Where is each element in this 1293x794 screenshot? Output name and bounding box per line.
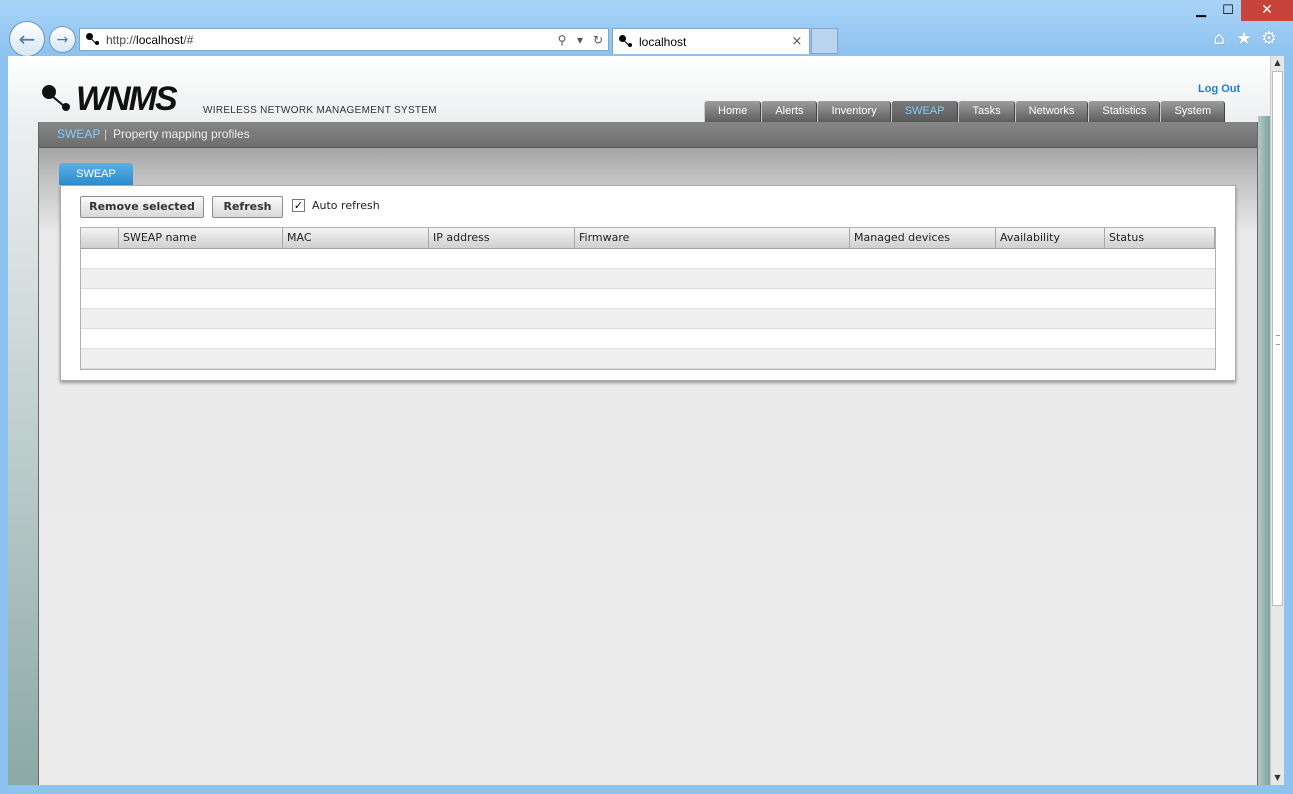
close-window-button[interactable]: ✕: [1241, 0, 1293, 21]
table-row[interactable]: [81, 309, 1215, 329]
minimize-button[interactable]: ▁: [1187, 0, 1215, 21]
url-suffix: /#: [183, 32, 194, 47]
favorites-star-icon[interactable]: ★: [1233, 28, 1255, 50]
subnav-sweap-link[interactable]: SWEAP: [57, 122, 100, 146]
table-header: SWEAP name MAC IP address Firmware Managed d…: [81, 228, 1215, 249]
home-icon[interactable]: ⌂: [1208, 28, 1230, 50]
sweap-table: SWEAP name MAC IP address Firmware Managed d…: [80, 227, 1216, 370]
subnav-separator: |: [104, 127, 108, 141]
column-header-availability[interactable]: Availability: [996, 228, 1105, 248]
site-favicon-icon: [86, 32, 100, 47]
tab-favicon-icon: [619, 34, 633, 49]
browser-tab[interactable]: localhost ×: [612, 28, 810, 54]
dropdown-arrow-icon[interactable]: ▾: [572, 33, 588, 47]
checkmark-icon: ✓: [293, 199, 304, 212]
column-header-select[interactable]: [81, 228, 119, 248]
nav-tab-home[interactable]: Home: [704, 101, 762, 122]
table-body: [81, 249, 1215, 369]
system-title: WIRELESS NETWORK MANAGEMENT SYSTEM: [203, 105, 437, 116]
sweap-panel: Remove selected Refresh ✓ Auto refresh S…: [60, 185, 1236, 381]
page-scrollbar[interactable]: ▲ ▼: [1270, 56, 1284, 785]
main-nav: Home Alerts Inventory SWEAP Tasks Networks Sta…: [704, 101, 1226, 122]
close-tab-icon[interactable]: ×: [789, 34, 805, 49]
refresh-icon[interactable]: ↻: [590, 33, 606, 47]
sub-navigation: SWEAP | Property mapping profiles: [39, 122, 1257, 148]
logo-node-icon: [42, 85, 70, 111]
nav-tab-inventory[interactable]: Inventory: [817, 101, 891, 122]
tab-title: localhost: [639, 34, 687, 49]
auto-refresh-checkbox[interactable]: ✓: [292, 199, 305, 212]
page-viewport: WNMS WIRELESS NETWORK MANAGEMENT SYSTEM …: [8, 56, 1270, 785]
gear-icon[interactable]: ⚙: [1258, 28, 1280, 50]
subnav-property-mapping-link[interactable]: Property mapping profiles: [113, 122, 250, 146]
table-row[interactable]: [81, 249, 1215, 269]
column-header-ip-address[interactable]: IP address: [429, 228, 575, 248]
search-icon[interactable]: ⚲: [554, 33, 570, 47]
nav-tab-sweap[interactable]: SWEAP: [890, 101, 959, 122]
logout-link[interactable]: Log Out: [1198, 83, 1240, 95]
nav-tab-tasks[interactable]: Tasks: [958, 101, 1015, 122]
address-bar[interactable]: http://localhost/# ⚲ ▾ ↻: [79, 28, 609, 51]
nav-tab-networks[interactable]: Networks: [1014, 101, 1089, 122]
auto-refresh-label: Auto refresh: [312, 199, 380, 212]
new-tab-button[interactable]: [811, 28, 838, 54]
url-host: localhost: [136, 32, 184, 47]
column-header-firmware[interactable]: Firmware: [575, 228, 850, 248]
table-row[interactable]: [81, 289, 1215, 309]
nav-tab-alerts[interactable]: Alerts: [761, 101, 818, 122]
scroll-down-arrow-icon[interactable]: ▼: [1271, 771, 1284, 785]
column-header-managed-devices[interactable]: Managed devices: [850, 228, 996, 248]
refresh-button[interactable]: Refresh: [212, 196, 283, 218]
panel-tab-sweap[interactable]: SWEAP: [59, 163, 133, 185]
column-header-sweap-name[interactable]: SWEAP name: [119, 228, 283, 248]
url-text[interactable]: http://localhost/#: [106, 33, 554, 47]
column-header-mac[interactable]: MAC: [283, 228, 429, 248]
column-header-status[interactable]: Status: [1105, 228, 1215, 248]
table-row[interactable]: [81, 349, 1215, 369]
scrollbar-thumb[interactable]: [1272, 71, 1283, 606]
nav-tab-statistics[interactable]: Statistics: [1088, 101, 1161, 122]
arrow-right-icon: →: [56, 31, 69, 48]
wnms-logo: WNMS: [40, 80, 210, 118]
browser-chrome: ← → http://localhost/# ⚲ ▾ ↻ localhost ×…: [0, 0, 1293, 57]
maximize-button[interactable]: ☐: [1214, 0, 1242, 21]
nav-tab-system[interactable]: System: [1160, 101, 1226, 122]
url-prefix: http://: [106, 32, 137, 47]
table-row[interactable]: [81, 269, 1215, 289]
forward-button[interactable]: →: [49, 26, 76, 53]
arrow-left-icon: ←: [18, 27, 36, 51]
logo-text: WNMS: [76, 80, 178, 118]
scroll-up-arrow-icon[interactable]: ▲: [1271, 56, 1284, 70]
main-content: SWEAP | Property mapping profiles SWEAP …: [38, 122, 1258, 785]
remove-selected-button[interactable]: Remove selected: [80, 196, 204, 218]
table-row[interactable]: [81, 329, 1215, 349]
back-button[interactable]: ←: [9, 21, 45, 57]
